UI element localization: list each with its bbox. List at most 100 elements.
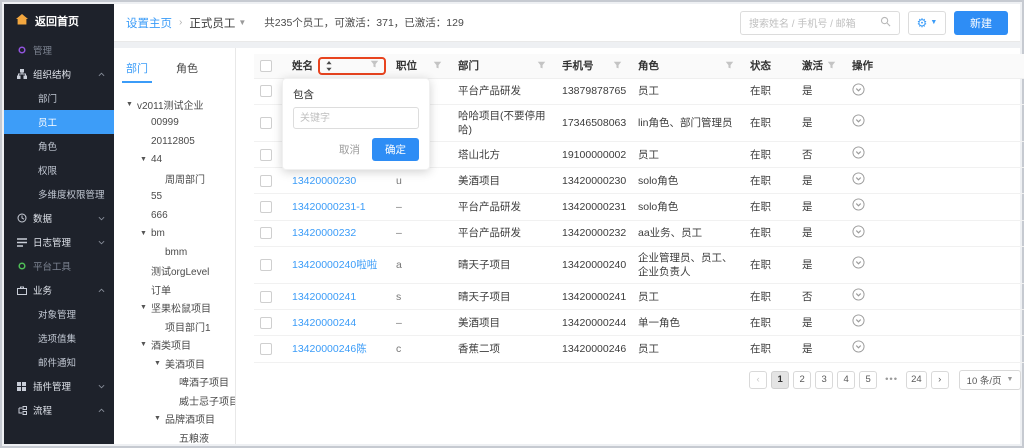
page-button-1[interactable]: 1: [771, 371, 789, 389]
row-actions-dropdown-icon[interactable]: [852, 172, 865, 185]
filter-funnel-icon[interactable]: [827, 61, 836, 70]
filter-funnel-icon[interactable]: [537, 61, 546, 70]
row-actions-dropdown-icon[interactable]: [852, 225, 865, 238]
tree-node[interactable]: 20112805: [126, 132, 235, 151]
filter-funnel-icon[interactable]: [370, 60, 379, 72]
tree-node[interactable]: 项目部门1: [126, 317, 235, 336]
sidebar-item-platform-tools[interactable]: 平台工具: [4, 254, 114, 278]
tree-node[interactable]: 五粮液: [126, 428, 235, 444]
sidebar-item-email-notice[interactable]: 邮件通知: [4, 350, 114, 374]
employee-name-link[interactable]: 13420000246陈: [292, 343, 367, 355]
filter-confirm-button[interactable]: 确定: [372, 138, 419, 161]
tree-expand-caret-icon[interactable]: ▼: [140, 156, 151, 163]
row-actions-dropdown-icon[interactable]: [852, 288, 865, 301]
filter-funnel-icon[interactable]: [433, 61, 442, 70]
sidebar-item-department[interactable]: 部门: [4, 86, 114, 110]
back-home-link[interactable]: 返回首页: [4, 4, 114, 38]
page-button-3[interactable]: 3: [815, 371, 833, 389]
sidebar-item-log-management[interactable]: 日志管理: [4, 230, 114, 254]
page-button-4[interactable]: 4: [837, 371, 855, 389]
row-checkbox[interactable]: [260, 259, 272, 271]
sidebar-item-data[interactable]: 数据: [4, 206, 114, 230]
column-label: 状态: [750, 58, 771, 73]
filter-funnel-icon[interactable]: [613, 61, 622, 70]
row-actions-dropdown-icon[interactable]: [852, 340, 865, 353]
tree-node[interactable]: bmm: [126, 243, 235, 262]
filter-cancel-button[interactable]: 取消: [339, 142, 360, 157]
employee-name-link[interactable]: 13420000240啦啦: [292, 259, 377, 271]
position-cell: a: [392, 246, 454, 283]
tree-node[interactable]: 威士忌子项目: [126, 391, 235, 410]
employee-name-link[interactable]: 13420000232: [292, 227, 356, 239]
tree-node[interactable]: ▼bm: [126, 225, 235, 244]
tree-expand-caret-icon[interactable]: ▼: [126, 101, 137, 108]
tree-node[interactable]: ▼品牌酒项目: [126, 410, 235, 429]
tree-node[interactable]: 55: [126, 188, 235, 207]
tab-role[interactable]: 角色: [176, 60, 198, 83]
tree-node[interactable]: ▼美酒项目: [126, 354, 235, 373]
settings-dropdown-button[interactable]: ⚙ ▼: [908, 11, 946, 35]
tree-node[interactable]: 测试orgLevel: [126, 262, 235, 281]
sidebar-item-permission[interactable]: 权限: [4, 158, 114, 182]
sidebar-item-option-set[interactable]: 选项值集: [4, 326, 114, 350]
row-checkbox[interactable]: [260, 149, 272, 161]
tree-node[interactable]: 周周部门: [126, 169, 235, 188]
tree-node[interactable]: 00999: [126, 114, 235, 133]
row-actions-dropdown-icon[interactable]: [852, 114, 865, 127]
select-all-checkbox[interactable]: [260, 60, 272, 72]
row-checkbox[interactable]: [260, 85, 272, 97]
breadcrumb-home[interactable]: 设置主页: [126, 15, 172, 31]
sidebar-item-employee[interactable]: 员工: [4, 110, 114, 134]
create-button[interactable]: 新建: [954, 11, 1008, 35]
sidebar-item-management[interactable]: 管理: [4, 38, 114, 62]
row-actions-dropdown-icon[interactable]: [852, 198, 865, 211]
row-checkbox[interactable]: [260, 117, 272, 129]
sidebar-item-label: 业务: [33, 283, 52, 297]
sidebar-item-object-management[interactable]: 对象管理: [4, 302, 114, 326]
row-checkbox[interactable]: [260, 227, 272, 239]
page-size-select[interactable]: 10 条/页▼: [959, 370, 1022, 390]
sidebar-item-org-structure[interactable]: 组织结构: [4, 62, 114, 86]
tree-node[interactable]: ▼v2011测试企业: [126, 95, 235, 114]
row-actions-dropdown-icon[interactable]: [852, 83, 865, 96]
search-input[interactable]: 搜索姓名 / 手机号 / 邮箱: [740, 11, 900, 35]
row-checkbox[interactable]: [260, 343, 272, 355]
page-button-5[interactable]: 5: [859, 371, 877, 389]
tree-expand-caret-icon[interactable]: ▼: [154, 415, 165, 422]
tree-node[interactable]: 订单: [126, 280, 235, 299]
tree-expand-caret-icon[interactable]: ▼: [140, 341, 151, 348]
tree-node[interactable]: ▼坚果松鼠项目: [126, 299, 235, 318]
page-button-24[interactable]: 24: [906, 371, 927, 389]
tree-expand-caret-icon[interactable]: ▼: [140, 304, 151, 311]
breadcrumb-current[interactable]: 正式员工 ▼: [189, 15, 246, 31]
sidebar-item-multi-dim-permission[interactable]: 多维度权限管理: [4, 182, 114, 206]
sort-icon[interactable]: [325, 60, 333, 72]
pagination-next-button[interactable]: ›: [931, 371, 949, 389]
filter-funnel-icon[interactable]: [725, 61, 734, 70]
row-checkbox[interactable]: [260, 291, 272, 303]
sidebar-item-plugin-management[interactable]: 插件管理: [4, 374, 114, 398]
row-actions-dropdown-icon[interactable]: [852, 146, 865, 159]
tree-expand-caret-icon[interactable]: ▼: [140, 230, 151, 237]
employee-name-link[interactable]: 13420000244: [292, 317, 356, 329]
row-checkbox[interactable]: [260, 317, 272, 329]
row-actions-dropdown-icon[interactable]: [852, 256, 865, 269]
tree-expand-caret-icon[interactable]: ▼: [154, 360, 165, 367]
tree-node[interactable]: ▼酒类项目: [126, 336, 235, 355]
tree-node[interactable]: 啤酒子项目: [126, 373, 235, 392]
tree-node[interactable]: ▼44: [126, 151, 235, 170]
row-checkbox[interactable]: [260, 201, 272, 213]
tree-node[interactable]: 666: [126, 206, 235, 225]
pagination-prev-button[interactable]: ‹: [749, 371, 767, 389]
row-checkbox[interactable]: [260, 175, 272, 187]
sidebar-item-business[interactable]: 业务: [4, 278, 114, 302]
employee-name-link[interactable]: 13420000230: [292, 175, 356, 187]
employee-name-link[interactable]: 13420000241: [292, 291, 356, 303]
sidebar-item-role[interactable]: 角色: [4, 134, 114, 158]
employee-name-link[interactable]: 13420000231-1: [292, 201, 366, 213]
row-actions-dropdown-icon[interactable]: [852, 314, 865, 327]
sidebar-item-workflow[interactable]: 流程: [4, 398, 114, 422]
filter-keyword-input[interactable]: [293, 107, 419, 129]
page-button-2[interactable]: 2: [793, 371, 811, 389]
tab-department[interactable]: 部门: [126, 60, 148, 83]
